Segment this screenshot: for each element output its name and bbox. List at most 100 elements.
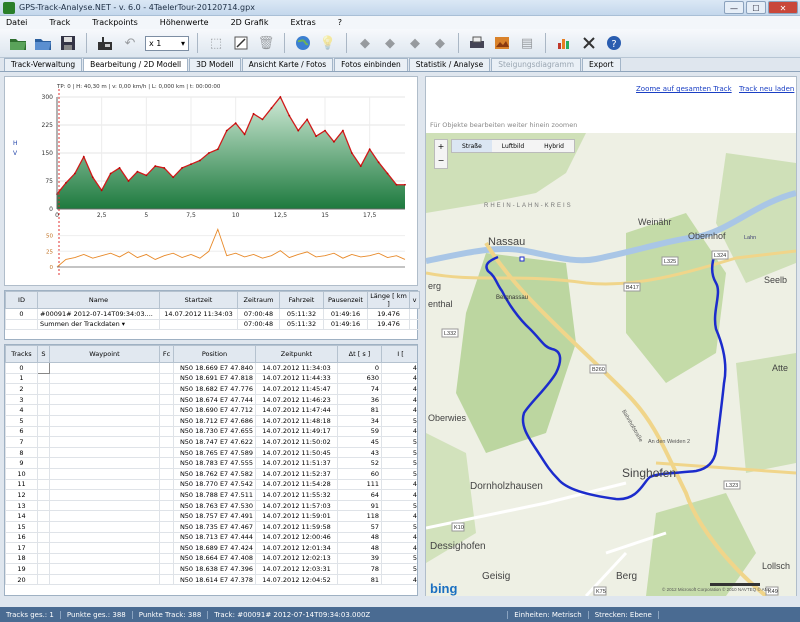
tracks-col-header[interactable]: Länge [ km ]: [367, 291, 410, 309]
menu-track[interactable]: Track: [49, 18, 70, 27]
waypoint-row[interactable]: 10 N50 18.762 E7 47.582 14.07.2012 11:52:3…: [5, 467, 417, 480]
map-type-road[interactable]: Straße: [452, 140, 492, 152]
waypoints-col-header[interactable]: S: [37, 345, 50, 363]
waypoint-row[interactable]: 4 N50 18.690 E7 47.712 14.07.2012 11:47:44…: [5, 404, 417, 416]
waypoint-row[interactable]: 9 N50 18.783 E7 47.555 14.07.2012 11:51:37…: [5, 457, 417, 469]
help-icon[interactable]: ?: [604, 33, 624, 53]
maximize-button[interactable]: ☐: [746, 1, 766, 14]
tracks-col-header[interactable]: Fahrzeit: [279, 291, 324, 309]
waypoints-col-header[interactable]: Tracks: [5, 345, 38, 363]
waypoint-time: 14.07.2012 12:00:46: [255, 531, 338, 544]
waypoints-col-header[interactable]: Fc: [159, 345, 174, 363]
waypoints-col-header[interactable]: Zeitpunkt: [255, 345, 338, 363]
map-canvas[interactable]: Nassau Weinähr Obernhof Seelb Bergnassau…: [426, 133, 796, 596]
waypoint-row[interactable]: 19 N50 18.638 E7 47.396 14.07.2012 12:03:3…: [5, 563, 417, 575]
tracks-col-header[interactable]: Zeitraum: [237, 291, 280, 309]
menu-help[interactable]: ?: [338, 18, 342, 27]
waypoints-col-header[interactable]: Position: [173, 345, 256, 363]
minimize-button[interactable]: —: [724, 1, 744, 14]
print-icon[interactable]: [467, 33, 487, 53]
tracks-col-header[interactable]: Name: [37, 291, 160, 309]
waypoint-row[interactable]: 5 N50 18.712 E7 47.686 14.07.2012 11:48:18…: [5, 414, 417, 427]
bulb-icon[interactable]: 💡: [318, 33, 338, 53]
waypoint-row[interactable]: 17 N50 18.689 E7 47.424 14.07.2012 12:01:3…: [5, 542, 417, 554]
tools-icon[interactable]: [579, 33, 599, 53]
toolbar-separator: [86, 33, 87, 53]
map-tool-icon[interactable]: ▤: [517, 33, 537, 53]
waypoint-row[interactable]: 1 N50 18.691 E7 47.818 14.07.2012 11:44:33…: [5, 372, 417, 385]
tool-icon-2[interactable]: ◆: [380, 33, 400, 53]
waypoint-row[interactable]: 20 N50 18.614 E7 47.378 14.07.2012 12:04:5…: [5, 573, 417, 586]
save-icon[interactable]: [58, 33, 78, 53]
waypoints-col-header[interactable]: I [: [381, 345, 417, 363]
track-row[interactable]: 0 #00091# 2012-07-14T09:34:03.... 14.07.20…: [5, 308, 420, 320]
zoom-in-icon[interactable]: +: [435, 140, 447, 154]
tab-fotos-einbinden[interactable]: Fotos einbinden: [334, 58, 408, 71]
menu-2d-grafik[interactable]: 2D Grafik: [231, 18, 269, 27]
tool-icon-3[interactable]: ◆: [405, 33, 425, 53]
waypoint-row[interactable]: 0 N50 18.669 E7 47.840 14.07.2012 11:34:03…: [5, 362, 417, 374]
reload-track-link[interactable]: Track neu laden: [739, 85, 794, 93]
waypoints-table[interactable]: Tracks S Waypoint Fc Position Zeitpunkt Δt [ s…: [4, 344, 418, 596]
elevation-point: [288, 114, 291, 117]
tab-ansicht-karte[interactable]: Ansicht Karte / Fotos: [241, 58, 334, 71]
track-row[interactable]: Summen der Trackdaten ▾ 07:00:48 05:11:32 0…: [5, 318, 420, 331]
tracks-col-header[interactable]: v: [409, 291, 420, 309]
split-track-icon[interactable]: ⬚: [206, 33, 226, 53]
tracks-col-header[interactable]: Pausenzeit: [323, 291, 368, 309]
tracks-col-header[interactable]: ID: [5, 291, 38, 309]
waypoint-row[interactable]: 12 N50 18.788 E7 47.511 14.07.2012 11:55:3…: [5, 489, 417, 501]
open-track-icon[interactable]: [33, 33, 53, 53]
globe-icon[interactable]: [293, 33, 313, 53]
menu-datei[interactable]: Datei: [6, 18, 27, 27]
map-type-selector[interactable]: Straße Luftbild Hybrid: [451, 139, 575, 153]
close-button[interactable]: ✕: [768, 1, 798, 14]
waypoint-time: 14.07.2012 12:04:52: [255, 573, 338, 586]
zoom-to-track-link[interactable]: Zoome auf gesamten Track: [636, 85, 732, 93]
waypoints-col-header[interactable]: Waypoint: [49, 345, 160, 363]
statistics-icon[interactable]: [554, 33, 574, 53]
gps-device-icon[interactable]: [95, 33, 115, 53]
map-zoom-control[interactable]: + −: [434, 139, 448, 169]
waypoints-col-header[interactable]: Δt [ s ]: [337, 345, 382, 363]
elevation-chart[interactable]: 3002251507500 2,5 5 7,5 10 12,5 15 17,5HV50250: [5, 77, 417, 285]
waypoint-row[interactable]: 11 N50 18.770 E7 47.542 14.07.2012 11:54:2…: [5, 478, 417, 491]
open-folder-icon[interactable]: [8, 33, 28, 53]
waypoint-name-cell: [49, 489, 160, 501]
tool-icon-4[interactable]: ◆: [430, 33, 450, 53]
image-export-icon[interactable]: [492, 33, 512, 53]
delete-icon[interactable]: 🗑: [256, 33, 276, 53]
waypoint-row[interactable]: 6 N50 18.730 E7 47.655 14.07.2012 11:49:17…: [5, 425, 417, 438]
x-tick-label: 7,5: [186, 212, 196, 219]
edit-track-icon[interactable]: [231, 33, 251, 53]
undo-icon[interactable]: ↶: [120, 33, 140, 53]
menu-trackpoints[interactable]: Trackpoints: [92, 18, 138, 27]
waypoint-row[interactable]: 13 N50 18.763 E7 47.530 14.07.2012 11:57:0…: [5, 499, 417, 512]
tracks-table[interactable]: ID Name Startzeit Zeitraum Fahrzeit Pausenzei…: [4, 290, 420, 340]
waypoint-row[interactable]: 15 N50 18.735 E7 47.467 14.07.2012 11:59:5…: [5, 520, 417, 533]
waypoint-row[interactable]: 18 N50 18.664 E7 47.408 14.07.2012 12:02:1…: [5, 552, 417, 565]
waypoint-row[interactable]: 16 N50 18.713 E7 47.444 14.07.2012 12:00:4…: [5, 531, 417, 544]
tool-icon-1[interactable]: ◆: [355, 33, 375, 53]
zoom-select[interactable]: x 1 ▾: [145, 35, 189, 51]
tab-statistik[interactable]: Statistik / Analyse: [408, 58, 491, 71]
map-type-hybrid[interactable]: Hybrid: [534, 140, 574, 152]
zoom-out-icon[interactable]: −: [435, 154, 447, 168]
tab-bearbeitung-2d[interactable]: Bearbeitung / 2D Modell: [83, 58, 189, 71]
map-type-aerial[interactable]: Luftbild: [492, 140, 534, 152]
menu-hoehenwerte[interactable]: Höhenwerte: [160, 18, 209, 27]
tab-export[interactable]: Export: [582, 58, 621, 71]
waypoint-row[interactable]: 3 N50 18.674 E7 47.744 14.07.2012 11:46:23…: [5, 393, 417, 406]
map-label-weinahr: Weinähr: [638, 217, 671, 227]
map-view[interactable]: Nassau Weinähr Obernhof Seelb Bergnassau…: [426, 133, 796, 596]
waypoint-row[interactable]: 2 N50 18.682 E7 47.776 14.07.2012 11:45:47…: [5, 383, 417, 395]
menu-extras[interactable]: Extras: [290, 18, 315, 27]
waypoint-fc-cell: [159, 478, 174, 491]
tracks-col-header[interactable]: Startzeit: [159, 291, 238, 309]
waypoint-row[interactable]: 14 N50 18.757 E7 47.491 14.07.2012 11:59:0…: [5, 510, 417, 522]
elevation-chart-panel[interactable]: TP: 0 | H: 40,30 m | v: 0,00 km/h | L: 0…: [4, 76, 418, 286]
waypoint-row[interactable]: 8 N50 18.765 E7 47.589 14.07.2012 11:50:45…: [5, 446, 417, 459]
tab-track-verwaltung[interactable]: Track-Verwaltung: [4, 58, 83, 71]
waypoint-row[interactable]: 7 N50 18.747 E7 47.622 14.07.2012 11:50:02…: [5, 436, 417, 448]
tab-3d-modell[interactable]: 3D Modell: [189, 58, 241, 71]
